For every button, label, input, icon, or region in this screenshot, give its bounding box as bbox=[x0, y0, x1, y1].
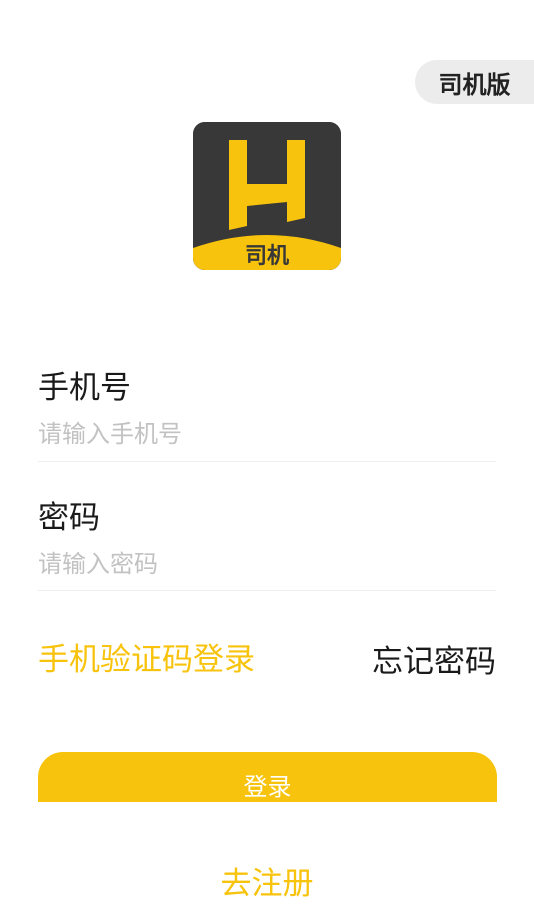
logo-caption: 司机 bbox=[245, 244, 289, 269]
password-divider bbox=[38, 590, 496, 591]
login-button-label: 登录 bbox=[243, 772, 292, 801]
version-badge: 司机版 bbox=[415, 60, 534, 104]
sms-login-link[interactable]: 手机验证码登录 bbox=[38, 634, 255, 679]
login-button[interactable]: 登录 bbox=[38, 752, 497, 802]
phone-divider bbox=[38, 461, 496, 462]
password-label: 密码 bbox=[38, 500, 100, 536]
phone-label: 手机号 bbox=[38, 370, 131, 406]
phone-input[interactable] bbox=[38, 414, 496, 454]
password-input[interactable] bbox=[38, 544, 496, 584]
app-logo: 司机 bbox=[193, 122, 341, 270]
h-letter-icon: 司机 bbox=[193, 122, 341, 270]
version-badge-label: 司机版 bbox=[438, 70, 511, 99]
register-link[interactable]: 去注册 bbox=[0, 858, 534, 903]
forgot-password-link[interactable]: 忘记密码 bbox=[372, 636, 496, 681]
